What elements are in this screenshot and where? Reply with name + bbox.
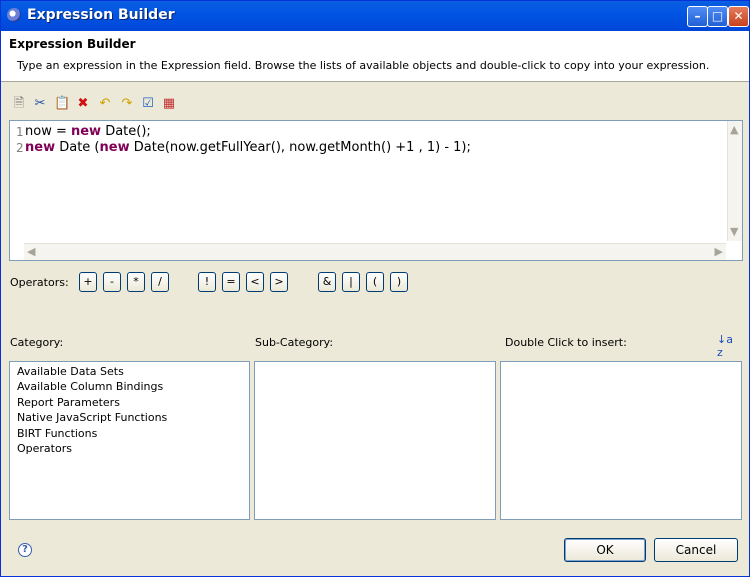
operator-not-button[interactable]: ! [198, 272, 216, 292]
operator-and-button[interactable]: & [318, 272, 336, 292]
validate-icon[interactable]: ☑ [140, 96, 156, 112]
title-bar[interactable]: Expression Builder – □ ✕ [1, 1, 749, 31]
paste-icon[interactable]: 📋 [54, 96, 70, 112]
category-label: Category: [10, 336, 64, 349]
code-keyword: new [99, 140, 130, 155]
code-line-2[interactable]: new Date (new Date(now.getFullYear(), no… [25, 140, 471, 155]
new-document-icon[interactable]: 🗎 [11, 96, 27, 112]
code-keyword: new [70, 124, 102, 139]
insert-label: Double Click to insert: [505, 336, 627, 349]
code-text: Date(now.getFullYear(), now.getMonth() +… [129, 140, 471, 155]
cancel-button[interactable]: Cancel [654, 538, 738, 562]
dialog-description: Type an expression in the Expression fie… [17, 59, 710, 72]
close-button[interactable]: ✕ [728, 6, 749, 27]
list-item[interactable]: Report Parameters [17, 396, 120, 409]
dialog-heading: Expression Builder [9, 37, 136, 51]
code-text: Date(); [101, 124, 151, 139]
subcategory-list[interactable] [254, 361, 496, 520]
code-text: now = [25, 124, 71, 139]
code-text: Date ( [55, 140, 100, 155]
calculator-icon[interactable]: ▦ [161, 96, 177, 112]
line-number-gutter: 1 2 [10, 121, 24, 241]
scroll-up-icon[interactable]: ▲ [730, 123, 738, 136]
ok-button[interactable]: OK [564, 538, 646, 562]
delete-icon[interactable]: ✖ [75, 96, 91, 112]
operator-or-button[interactable]: | [342, 272, 360, 292]
operator-open-paren-button[interactable]: ( [366, 272, 384, 292]
operators-label: Operators: [10, 276, 69, 289]
line-number: 1 [16, 125, 24, 139]
maximize-button[interactable]: □ [707, 6, 728, 27]
expression-builder-dialog: Expression Builder – □ ✕ Expression Buil… [0, 0, 750, 577]
scroll-left-icon[interactable]: ◀ [27, 245, 35, 258]
operator-plus-button[interactable]: + [79, 272, 97, 292]
horizontal-scrollbar[interactable]: ◀ ▶ [24, 243, 726, 260]
eclipse-app-icon [7, 8, 21, 22]
minimize-button[interactable]: – [687, 6, 708, 27]
sort-alphabetical-icon[interactable]: ↓a z [717, 333, 735, 359]
dialog-header: Expression Builder Type an expression in… [1, 31, 749, 82]
operator-minus-button[interactable]: - [103, 272, 121, 292]
list-item[interactable]: Operators [17, 442, 72, 455]
operator-equals-button[interactable]: = [222, 272, 240, 292]
scroll-right-icon[interactable]: ▶ [715, 245, 723, 258]
code-line-1[interactable]: now = new Date(); [25, 124, 151, 139]
operator-divide-button[interactable]: / [151, 272, 169, 292]
operator-multiply-button[interactable]: * [127, 272, 145, 292]
list-item[interactable]: BIRT Functions [17, 427, 97, 440]
line-number: 2 [16, 141, 24, 155]
list-item[interactable]: Available Data Sets [17, 365, 124, 378]
scroll-down-icon[interactable]: ▼ [730, 225, 738, 238]
window-title: Expression Builder [27, 7, 175, 23]
insert-list[interactable] [500, 361, 742, 520]
category-list[interactable]: Available Data Sets Available Column Bin… [9, 361, 250, 520]
expression-editor[interactable]: 1 2 now = new Date(); new Date (new Date… [9, 120, 743, 261]
undo-icon[interactable]: ↶ [97, 96, 113, 112]
operator-close-paren-button[interactable]: ) [390, 272, 408, 292]
redo-icon[interactable]: ↷ [119, 96, 135, 112]
operator-greater-than-button[interactable]: > [270, 272, 288, 292]
operator-less-than-button[interactable]: < [246, 272, 264, 292]
cut-icon[interactable]: ✂ [32, 96, 48, 112]
code-keyword: new [25, 140, 56, 155]
subcategory-label: Sub-Category: [255, 336, 334, 349]
vertical-scrollbar[interactable]: ▲ ▼ [727, 121, 742, 241]
list-item[interactable]: Available Column Bindings [17, 380, 163, 393]
list-item[interactable]: Native JavaScript Functions [17, 411, 167, 424]
help-icon[interactable]: ? [18, 543, 32, 557]
